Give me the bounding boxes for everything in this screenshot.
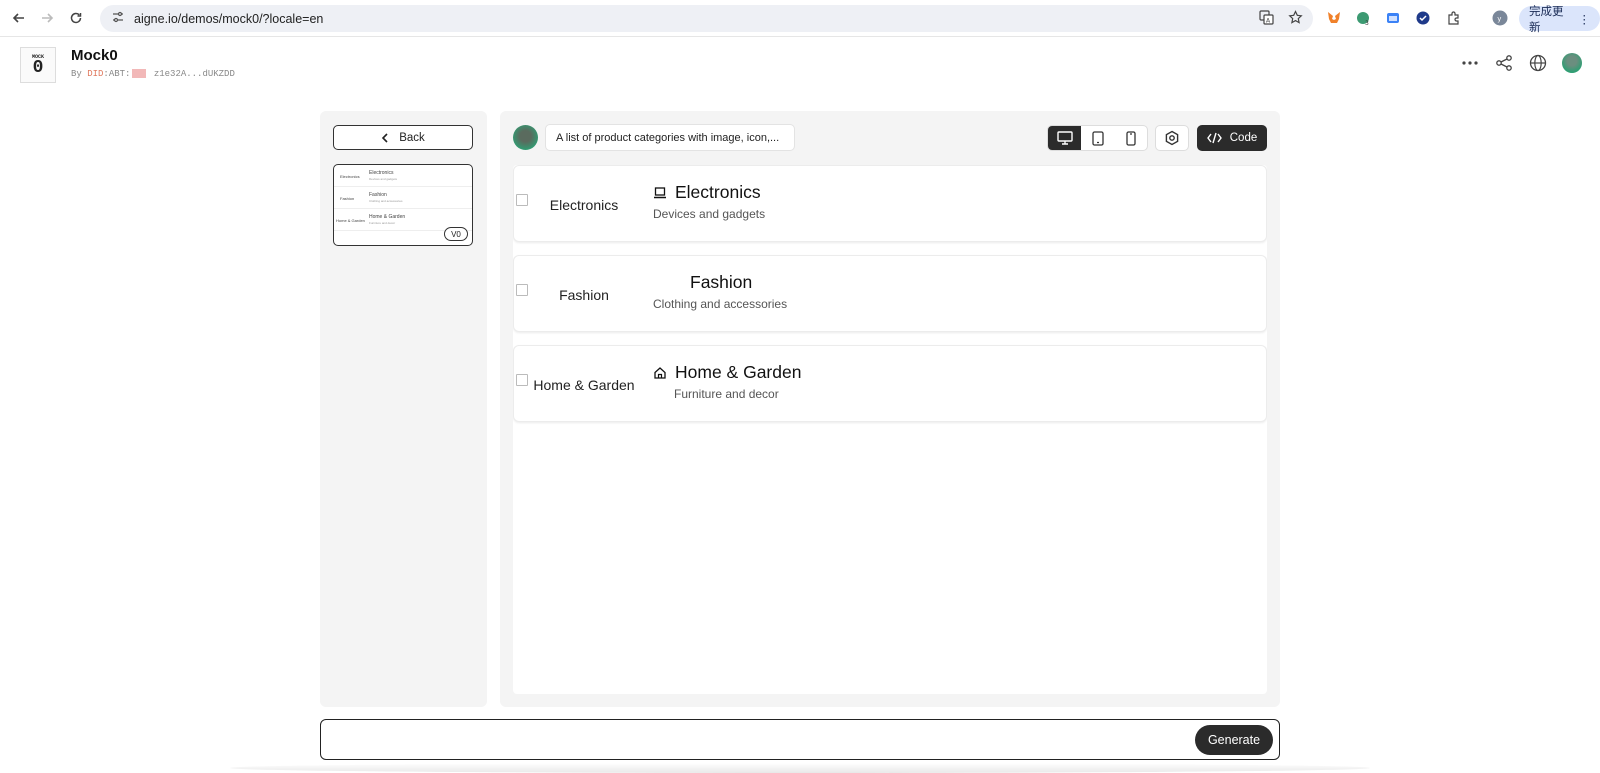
svg-text:y: y [1497,15,1501,23]
category-image: Fashion [514,256,654,333]
thumb-title: Electronics [369,170,394,176]
browser-toolbar: aigne.io/demos/mock0/?locale=en A 3 y 完成… [0,0,1600,37]
image-alt-text: Electronics [549,196,619,213]
version-badge: V0 [444,227,468,241]
category-title-text: Home & Garden [675,362,802,382]
code-button[interactable]: Code [1197,125,1267,151]
thumb-title: Home & Garden [369,214,406,220]
mobile-icon [1125,130,1136,146]
category-card[interactable]: Fashion Fashion Clothing and accessories [513,255,1267,332]
desktop-view-button[interactable] [1048,126,1081,150]
profile-avatar-icon[interactable]: y [1490,8,1510,28]
reload-icon[interactable] [61,3,91,33]
category-card[interactable]: Electronics Electronics Devices and gadg… [513,165,1267,242]
broken-image-icon [516,374,528,386]
thumb-row: Electronics Electronics Devices and gadg… [334,165,472,187]
browser-update-button[interactable]: 完成更新 ⋮ [1519,6,1600,34]
prompt-chip[interactable]: A list of product categories with image,… [545,124,795,151]
bottom-shadow [230,763,1370,773]
category-title: Electronics [653,182,761,203]
version-thumbnail[interactable]: Electronics Electronics Devices and gadg… [333,164,473,246]
thumb-sub: Devices and gadgets [369,177,398,181]
prompt-input[interactable] [331,726,1171,753]
category-title-text: Electronics [675,182,761,202]
thumb-sub: Furniture and decor [369,221,396,225]
more-icon[interactable] [1460,53,1480,73]
category-description: Clothing and accessories [653,297,788,311]
category-description: Furniture and decor [674,387,779,401]
code-icon [1206,132,1222,144]
back-arrow-icon[interactable] [4,3,34,33]
back-label: Back [399,131,425,144]
share-icon[interactable] [1494,53,1514,73]
logo-main-text: 0 [32,58,44,78]
category-image: Home & Garden [514,346,654,423]
settings-button[interactable] [1155,125,1189,151]
category-title-text: Fashion [690,272,753,292]
wallet-extension-icon[interactable]: 3 [1353,8,1373,28]
broken-image-icon [516,194,528,206]
chevron-left-icon [382,132,388,143]
puzzle-extensions-icon[interactable] [1444,8,1464,28]
rendered-preview: Electronics Electronics Devices and gadg… [513,165,1267,694]
image-alt-text: Fashion [559,286,609,303]
did-label: DID [87,69,104,79]
url-text: aigne.io/demos/mock0/?locale=en [134,11,324,26]
bookmark-star-icon[interactable] [1288,9,1303,28]
app-header: MOCK 0 Mock0 By DID:ABT: z1e32A...dUKZDD [0,38,1600,92]
hexagon-settings-icon [1165,130,1179,146]
thumb-sub: Clothing and accessories [369,199,403,203]
category-description: Devices and gadgets [653,207,766,221]
preview-panel: A list of product categories with image,… [500,111,1280,707]
translate-icon[interactable]: A [1259,9,1274,28]
category-title: Home & Garden [653,362,801,383]
mobile-view-button[interactable] [1114,126,1147,150]
home-icon [654,366,666,379]
did-address[interactable]: z1e32A...dUKZDD [154,69,235,79]
thumb-title: Fashion [369,192,387,198]
user-avatar[interactable] [1562,53,1582,73]
broken-image-icon [516,284,528,296]
prompt-author-avatar [513,125,538,150]
thumb-image-alt: Fashion [340,196,355,201]
window-extension-icon[interactable] [1383,8,1403,28]
tablet-view-button[interactable] [1081,126,1114,150]
prompt-bar: Generate [320,719,1280,760]
code-label: Code [1229,132,1258,144]
by-label: By [71,69,82,79]
thumb-image-alt: Electronics [340,174,360,179]
category-title: Fashion [690,272,752,293]
did-avatar-icon [132,69,147,79]
check-extension-icon[interactable] [1413,8,1433,28]
site-settings-icon[interactable] [112,11,124,26]
globe-icon[interactable] [1528,53,1548,73]
address-bar[interactable]: aigne.io/demos/mock0/?locale=en A [100,5,1313,32]
app-logo[interactable]: MOCK 0 [20,47,56,83]
update-label: 完成更新 [1529,5,1564,34]
version-sidebar: Back Electronics Electronics Devices and… [320,111,487,707]
desktop-icon [1056,131,1073,145]
forward-arrow-icon[interactable] [32,3,62,33]
category-image: Electronics [514,166,654,243]
generate-button[interactable]: Generate [1195,725,1273,755]
thumb-image-alt: Home & Garden [336,218,365,223]
back-button[interactable]: Back [333,125,473,150]
kebab-menu-icon: ⋮ [1578,13,1591,26]
app-title: Mock0 [71,47,118,64]
category-card[interactable]: Home & Garden Home & Garden Furniture an… [513,345,1267,422]
thumb-row: Fashion Fashion Clothing and accessories [334,187,472,209]
svg-text:3: 3 [1365,20,1369,26]
app-author: By DID:ABT: z1e32A...dUKZDD [71,69,235,79]
device-switcher [1047,125,1148,151]
abt-label: :ABT: [103,69,131,79]
laptop-icon [654,186,666,198]
metamask-extension-icon[interactable] [1324,8,1344,28]
tablet-icon [1091,130,1104,146]
image-alt-text: Home & Garden [533,376,635,393]
